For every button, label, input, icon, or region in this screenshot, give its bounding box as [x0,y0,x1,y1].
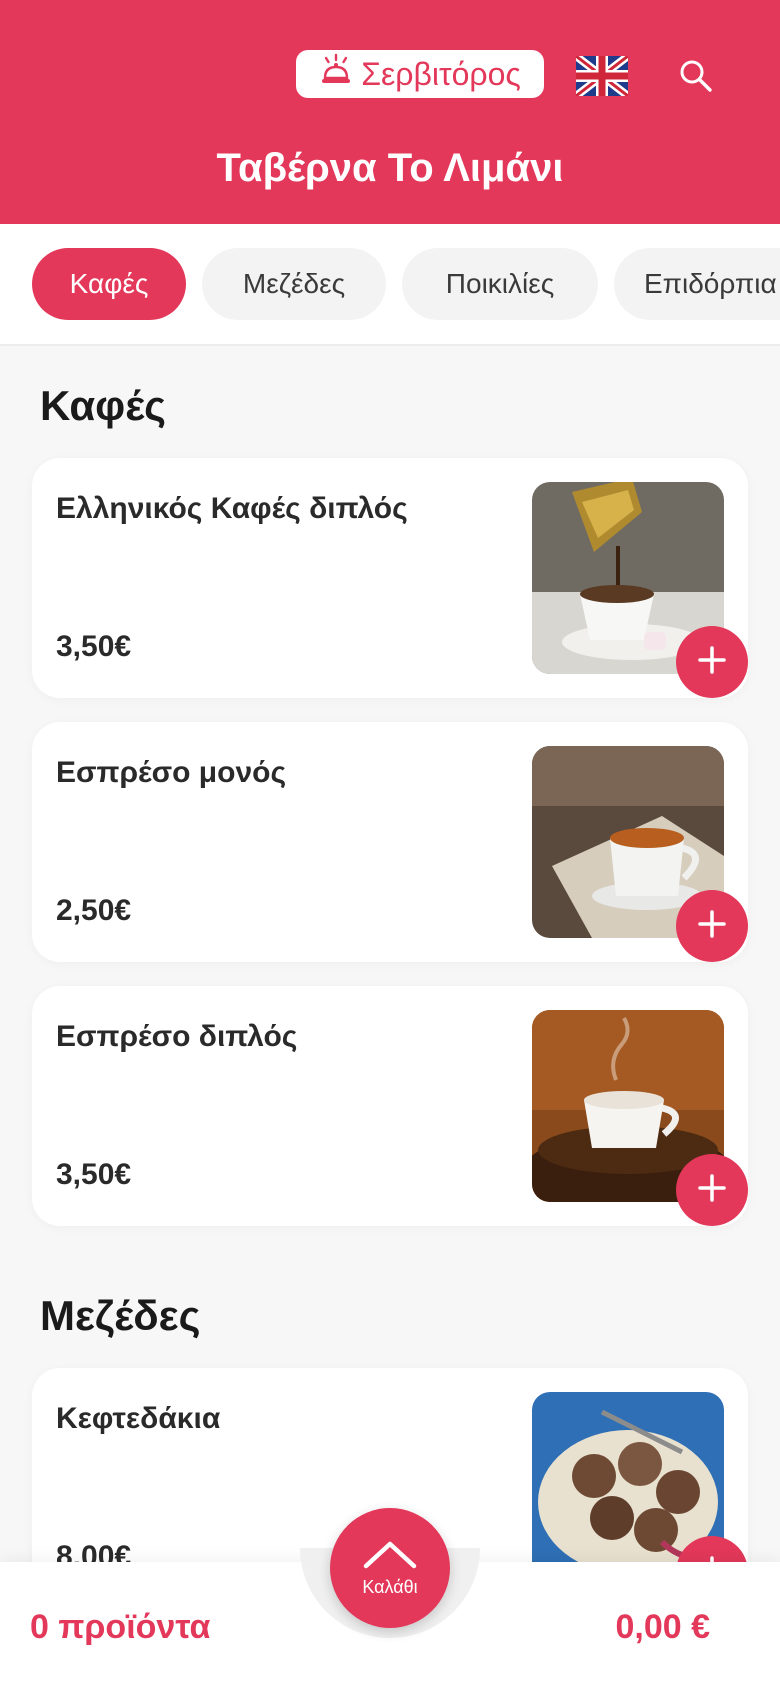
plus-icon [695,643,729,682]
item-name: Κεφτεδάκια [56,1402,221,1435]
category-tabs: Καφές Μεζέδες Ποικιλίες Επιδόρπια [0,224,780,346]
menu-item-card[interactable]: Εσπρέσο μονός 2,50€ [32,722,748,962]
language-button[interactable] [573,52,631,100]
tab-coffee[interactable]: Καφές [32,248,186,320]
app-header: Σερβιτόρος Ταβέρνα Το Λιμάνι [0,0,780,224]
item-name: Εσπρέσο διπλός [56,1020,298,1053]
item-price: 3,50€ [56,630,132,663]
search-icon [676,60,716,100]
add-to-cart-button[interactable] [676,626,748,698]
cart-item-count: 0 προϊόντα [30,1608,211,1646]
section-title-mezedes: Μεζέδες [40,1292,201,1339]
section-title-coffee: Καφές [40,382,167,429]
item-price: 2,50€ [56,894,132,927]
add-to-cart-button[interactable] [676,1154,748,1226]
tab-desserts[interactable]: Επιδόρπια [614,248,780,320]
call-waiter-button[interactable]: Σερβιτόρος [296,50,544,98]
plus-icon [695,1171,729,1210]
bell-icon [319,53,353,95]
item-name: Εσπρέσο μονός [56,756,287,789]
item-price: 3,50€ [56,1158,132,1191]
uk-flag-icon [573,52,631,100]
add-to-cart-button[interactable] [676,890,748,962]
plus-icon [695,907,729,946]
call-waiter-label: Σερβιτόρος [361,55,521,92]
tab-poikilies[interactable]: Ποικιλίες [402,248,598,320]
menu-item-card[interactable]: Ελληνικός Καφές διπλός 3,50€ [32,458,748,698]
cart-button-label: Καλάθι [362,1577,418,1597]
item-name: Ελληνικός Καφές διπλός [56,492,408,525]
tab-mezedes[interactable]: Μεζέδες [202,248,386,320]
cart-total: 0,00 € [615,1608,710,1646]
search-button[interactable] [676,56,716,96]
restaurant-title: Ταβέρνα Το Λιμάνι [216,146,564,190]
cart-button[interactable]: Καλάθι [330,1508,450,1628]
menu-item-card[interactable]: Εσπρέσο διπλός 3,50€ [32,986,748,1226]
chevron-up-icon [360,1538,420,1575]
